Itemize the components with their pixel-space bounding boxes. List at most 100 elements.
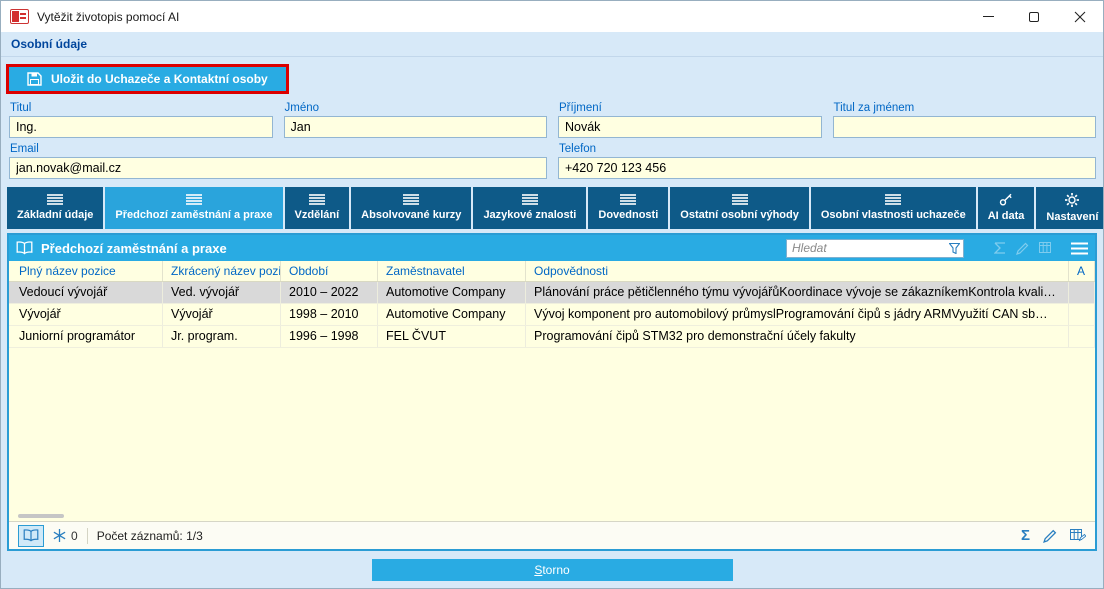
employment-panel: Předchozí zaměstnání a praxe Hledat Plný…	[7, 233, 1097, 551]
tab-label: Základní údaje	[17, 209, 94, 221]
list-icon	[731, 194, 748, 205]
search-input[interactable]	[787, 241, 949, 255]
record-count: Počet záznamů: 1/3	[96, 528, 203, 543]
column-header-obdobi[interactable]: Období	[281, 261, 378, 281]
panel-status-bar: 0 Počet záznamů: 1/3 Σ	[9, 521, 1095, 549]
table-cell: Automotive Company	[378, 282, 526, 303]
prijmeni-label: Příjmení	[559, 102, 602, 114]
tab-label: Dovednosti	[598, 209, 659, 221]
tab-jazykove-znalosti[interactable]: Jazykové znalosti	[473, 187, 587, 229]
table-cell: 1998 – 2010	[281, 304, 378, 325]
table-cell	[1069, 282, 1095, 303]
table-edit-icon	[1070, 529, 1086, 542]
grid-edit-icon-disabled[interactable]	[1039, 242, 1053, 254]
maximize-button[interactable]	[1011, 1, 1057, 32]
search-box	[786, 238, 964, 258]
tab-predchozi-zamestnani-a-praxe[interactable]: Předchozí zaměstnání a praxe	[105, 187, 283, 229]
list-icon	[521, 194, 538, 205]
menu-icon[interactable]	[1071, 242, 1088, 255]
tab-label: Jazykové znalosti	[483, 209, 577, 221]
titul-za-jmenem-label: Titul za jménem	[833, 102, 915, 114]
telefon-label: Telefon	[559, 143, 597, 155]
table-cell: Vývojář	[9, 304, 163, 325]
pencil-icon	[1043, 529, 1057, 543]
close-button[interactable]	[1057, 1, 1103, 32]
form-row-1: Titul Jméno Příjmení Titul za jménem	[9, 100, 1096, 138]
section-header: Osobní údaje	[1, 32, 1103, 57]
tab-absolvovane-kurzy[interactable]: Absolvované kurzy	[351, 187, 472, 229]
window-title: Vytěžit životopis pomocí AI	[37, 9, 180, 24]
close-icon	[1074, 11, 1086, 22]
titul-input[interactable]	[9, 116, 273, 138]
snowflake-icon	[53, 529, 66, 542]
edit-grid-button[interactable]	[1070, 529, 1086, 542]
column-header-plny-nazev-pozice[interactable]: Plný název pozice	[9, 261, 163, 281]
tab-osobni-vlastnosti-uchazece[interactable]: Osobní vlastnosti uchazeče	[810, 187, 976, 229]
tab-label: Ostatní osobní výhody	[680, 209, 799, 221]
dialog-footer: Storno	[1, 551, 1103, 588]
email-field-group: Email	[9, 141, 547, 179]
page-title: Osobní údaje	[11, 37, 88, 51]
sum-icon-disabled[interactable]	[994, 242, 1006, 254]
column-header-odpovednosti[interactable]: Odpovědnosti	[526, 261, 1069, 281]
telefon-input[interactable]	[558, 157, 1096, 179]
table-cell: Vedoucí vývojář	[9, 282, 163, 303]
table-cell: 2010 – 2022	[281, 282, 378, 303]
list-icon	[403, 194, 420, 205]
edit-icon-disabled[interactable]	[1016, 242, 1029, 255]
freeze-count: 0	[71, 528, 78, 543]
email-input[interactable]	[9, 157, 547, 179]
list-icon	[185, 194, 202, 205]
save-button-label: Uložit do Uchazeče a Kontaktní osoby	[51, 72, 268, 86]
app-icon	[10, 9, 29, 24]
filter-funnel-icon[interactable]	[949, 242, 960, 254]
status-bar-tools: Σ	[1021, 527, 1086, 544]
gear-icon	[1065, 192, 1080, 207]
form-row-2: Email Telefon	[9, 141, 1096, 179]
cancel-button-label: Storno	[534, 562, 570, 577]
column-header-truncated[interactable]: A	[1069, 261, 1095, 281]
tab-ai-data[interactable]: AI data	[977, 187, 1035, 229]
table-row[interactable]: Vývojář Vývojář 1998 – 2010 Automotive C…	[9, 304, 1095, 326]
status-separator	[86, 527, 88, 544]
table-cell: Vývojář	[163, 304, 281, 325]
employment-table: Plný název pozice Zkrácený název pozice …	[9, 261, 1095, 521]
table-cell	[1069, 326, 1095, 347]
tab-ostatni-osobni-vyhody[interactable]: Ostatní osobní výhody	[670, 187, 809, 229]
tab-label: Vzdělání	[294, 209, 340, 221]
email-label: Email	[10, 143, 39, 155]
tab-nastaveni[interactable]: Nastavení	[1036, 187, 1103, 229]
save-button[interactable]: Uložit do Uchazeče a Kontaktní osoby	[9, 67, 286, 91]
tab-dovednosti[interactable]: Dovednosti	[588, 187, 669, 229]
tab-bar: Základní údaje Předchozí zaměstnání a pr…	[7, 187, 1103, 229]
open-book-icon	[23, 529, 39, 542]
tab-vzdelani[interactable]: Vzdělání	[284, 187, 350, 229]
horizontal-scrollbar	[9, 511, 1095, 521]
column-header-zamestnavatel[interactable]: Zaměstnavatel	[378, 261, 526, 281]
freeze-columns-control[interactable]: 0	[53, 529, 78, 543]
tab-zakladni-udaje[interactable]: Základní údaje	[7, 187, 104, 229]
table-header-row: Plný název pozice Zkrácený název pozice …	[9, 261, 1095, 282]
maximize-icon	[1029, 11, 1039, 22]
jmeno-input[interactable]	[283, 116, 547, 138]
panel-title: Předchozí zaměstnání a praxe	[41, 240, 227, 256]
card-view-toggle-button[interactable]	[18, 524, 44, 547]
sum-button[interactable]: Σ	[1021, 527, 1030, 544]
save-button-highlight: Uložit do Uchazeče a Kontaktní osoby	[6, 64, 289, 94]
titul-field-group: Titul	[9, 100, 273, 138]
minimize-button[interactable]	[965, 1, 1011, 32]
table-row[interactable]: Juniorní programátor Jr. program. 1996 –…	[9, 326, 1095, 348]
scrollbar-thumb[interactable]	[18, 514, 64, 518]
dialog-window: Vytěžit životopis pomocí AI Osobní údaje…	[0, 0, 1104, 589]
table-row[interactable]: Vedoucí vývojář Ved. vývojář 2010 – 2022…	[9, 282, 1095, 304]
titul-za-jmenem-input[interactable]	[832, 116, 1096, 138]
edit-record-button[interactable]	[1043, 529, 1057, 543]
tab-label: Osobní vlastnosti uchazeče	[820, 209, 966, 221]
prijmeni-field-group: Příjmení	[558, 100, 822, 138]
column-header-zkraceny-nazev-pozice[interactable]: Zkrácený název pozice	[163, 261, 281, 281]
titul-za-jmenem-field-group: Titul za jménem	[832, 100, 1096, 138]
tab-label: Nastavení	[1046, 210, 1099, 223]
prijmeni-input[interactable]	[558, 116, 822, 138]
minimize-icon	[982, 16, 994, 17]
cancel-button[interactable]: Storno	[371, 558, 733, 581]
